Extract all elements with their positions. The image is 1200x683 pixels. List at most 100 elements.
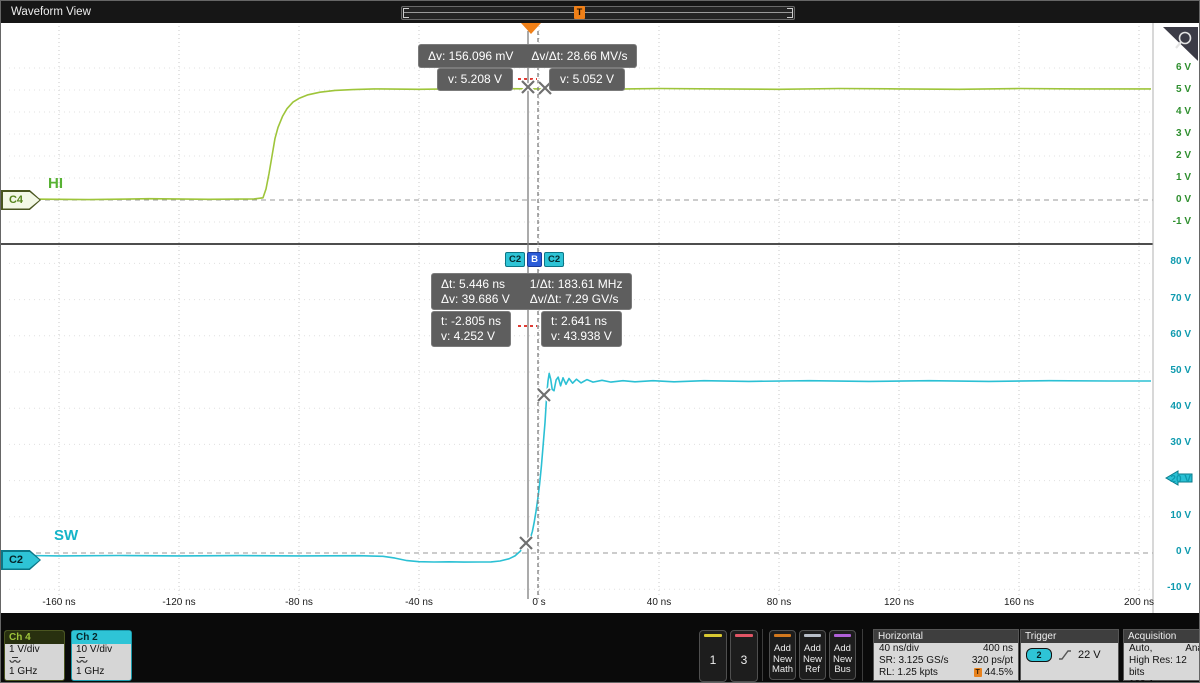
add-new-ref-button[interactable]: Add New Ref: [799, 630, 826, 680]
cursor-b-source-badge[interactable]: C2: [544, 252, 564, 267]
badge-label: C4: [1, 190, 31, 210]
time-axis-label: 80 ns: [751, 597, 807, 608]
position-bar-left-bracket: [403, 8, 409, 18]
top-scale-label: 0 V: [1149, 194, 1191, 205]
acquisition-settings-panel[interactable]: Acquisition Auto, Ana High Res: 12 bits …: [1123, 629, 1200, 681]
acquisition-detail: High Res: 12 bits: [1129, 655, 1200, 679]
c2-sw-waveform: [29, 373, 1151, 562]
channel-4-card[interactable]: Ch 4 1 V/div 1 GHz: [4, 630, 65, 681]
add-bus-label: Add New Bus: [833, 643, 852, 675]
channel-4-scale: 1 V/div: [5, 644, 64, 655]
horizontal-scale: 40 ns/div: [879, 643, 919, 655]
trigger-level-value: 22 V: [1078, 649, 1101, 661]
top-scale-label: 1 V: [1149, 172, 1191, 183]
add-math-label: Add New Math: [772, 643, 793, 675]
waveform-graticule[interactable]: 6 V5 V4 V3 V2 V1 V0 V-1 V 80 V70 V60 V50…: [1, 23, 1200, 613]
slot-3-color-stripe: [735, 634, 753, 637]
magnifier-icon: [1176, 42, 1181, 48]
slot-1-label: 1: [700, 653, 726, 667]
math-color-stripe: [774, 634, 791, 637]
time-axis-label: 200 ns: [1111, 597, 1167, 608]
channel-badge-c2[interactable]: C2: [1, 550, 41, 570]
waveform-slot-3-button[interactable]: 3: [730, 630, 758, 682]
badge-label: C2: [1, 550, 31, 570]
cursor-both-badge[interactable]: B: [527, 252, 542, 267]
channel-2-bandwidth: 1 GHz: [72, 666, 131, 677]
channel-badge-c4[interactable]: C4: [1, 190, 41, 210]
time-axis-label: 0 s: [511, 597, 567, 608]
slot-1-color-stripe: [704, 634, 722, 637]
top-scale-label: 6 V: [1149, 62, 1191, 73]
cursor-delta-readout-top[interactable]: Δv: 156.096 mV Δv/Δt: 28.66 MV/s: [418, 44, 637, 68]
time-axis-label: -160 ns: [31, 597, 87, 608]
slot-3-label: 3: [731, 653, 757, 667]
trigger-position-marker-icon[interactable]: T: [574, 6, 585, 19]
sample-resolution: 320 ps/pt: [972, 655, 1013, 667]
bottom-scale-label: 50 V: [1149, 365, 1191, 376]
window-title: Waveform View: [11, 1, 91, 23]
time-axis-label: -40 ns: [391, 597, 447, 608]
acquisition-mode-clipped: Ana: [1185, 643, 1200, 655]
channel-4-name: Ch 4: [5, 631, 64, 644]
add-new-math-button[interactable]: Add New Math: [769, 630, 796, 680]
oscilloscope-screen: Waveform View T 6 V5 V4 V3 V2 V1 V0 V-1 …: [0, 0, 1200, 683]
horizontal-panel-title: Horizontal: [874, 630, 1018, 643]
cursor-source-badges[interactable]: C2 B C2: [505, 252, 564, 267]
bottom-scale-label: 70 V: [1149, 293, 1191, 304]
cursor-a-time: t: -2.805 ns: [441, 314, 501, 329]
acquisition-mode: Auto,: [1129, 643, 1152, 655]
cursor-delta-readout-bottom[interactable]: Δt: 5.446 ns 1/Δt: 183.61 MHz Δv: 39.686…: [431, 273, 632, 310]
cursor-b-readout-bottom[interactable]: t: 2.641 ns v: 43.938 V: [541, 311, 622, 347]
waveform-slot-1-button[interactable]: 1: [699, 630, 727, 682]
position-bar-line: [404, 12, 792, 13]
channel-2-card[interactable]: Ch 2 10 V/div 1 GHz: [71, 630, 132, 681]
top-scale-label: 2 V: [1149, 150, 1191, 161]
cursor-a-voltage: v: 4.252 V: [441, 329, 501, 344]
time-axis-label: -120 ns: [151, 597, 207, 608]
horizontal-settings-panel[interactable]: Horizontal 40 ns/div 400 ns SR: 3.125 GS…: [873, 629, 1019, 681]
time-axis-label: 40 ns: [631, 597, 687, 608]
channel-2-name: Ch 2: [72, 631, 131, 644]
bottom-scale-label: -10 V: [1149, 582, 1191, 593]
bottom-scale-label: 40 V: [1149, 401, 1191, 412]
delta-v-value: Δv: 39.686 V: [441, 292, 510, 306]
toolbar-separator: [862, 629, 863, 681]
cursor-b-voltage: v: 43.938 V: [551, 329, 612, 344]
top-scale-label: 5 V: [1149, 84, 1191, 95]
top-scale-label: 4 V: [1149, 106, 1191, 117]
cursor-b-time: t: 2.641 ns: [551, 314, 612, 329]
bottom-scale-label: 30 V: [1149, 437, 1191, 448]
trigger-source-badge[interactable]: 2: [1026, 648, 1052, 662]
c4-hi-waveform: [29, 89, 1151, 200]
bottom-scale-label: 10 V: [1149, 510, 1191, 521]
bottom-scale-label: 60 V: [1149, 329, 1191, 340]
horizontal-position-bar[interactable]: T: [401, 6, 795, 20]
cursor-a-readout-bottom[interactable]: t: -2.805 ns v: 4.252 V: [431, 311, 511, 347]
channel-2-scale: 10 V/div: [72, 644, 131, 655]
trigger-panel-title: Trigger: [1021, 630, 1118, 643]
bus-color-stripe: [834, 634, 851, 637]
cursor-a-readout-top[interactable]: v: 5.208 V: [437, 68, 513, 91]
cursor-b-readout-top[interactable]: v: 5.052 V: [549, 68, 625, 91]
probe-icon: [5, 655, 64, 666]
toolbar-separator: [762, 629, 763, 681]
trace-label-sw[interactable]: SW: [54, 527, 78, 544]
rising-edge-icon: [1058, 649, 1072, 661]
record-length: RL: 1.25 kpts: [879, 667, 938, 679]
add-new-bus-button[interactable]: Add New Bus: [829, 630, 856, 680]
trace-label-hi[interactable]: HI: [48, 175, 63, 192]
inverse-delta-t-value: 1/Δt: 183.61 MHz: [530, 277, 623, 291]
add-ref-label: Add New Ref: [803, 643, 822, 675]
acquisition-panel-title: Acquisition: [1124, 630, 1200, 643]
cursor-a-source-badge[interactable]: C2: [505, 252, 525, 267]
trigger-settings-panel[interactable]: Trigger 2 22 V: [1020, 629, 1119, 681]
settings-bar: Ch 4 1 V/div 1 GHz Ch 2 10 V/div 1 GHz 1…: [1, 613, 1200, 683]
bottom-scale-label: 80 V: [1149, 256, 1191, 267]
time-axis-label: 120 ns: [871, 597, 927, 608]
time-axis-label: 160 ns: [991, 597, 1047, 608]
probe-icon: [72, 655, 131, 666]
delta-t-value: Δt: 5.446 ns: [441, 277, 510, 291]
slew-rate-value: Δv/Δt: 7.29 GV/s: [530, 292, 623, 306]
horizontal-window: 400 ns: [983, 643, 1013, 655]
bottom-scale-label: 20 V: [1149, 474, 1191, 485]
